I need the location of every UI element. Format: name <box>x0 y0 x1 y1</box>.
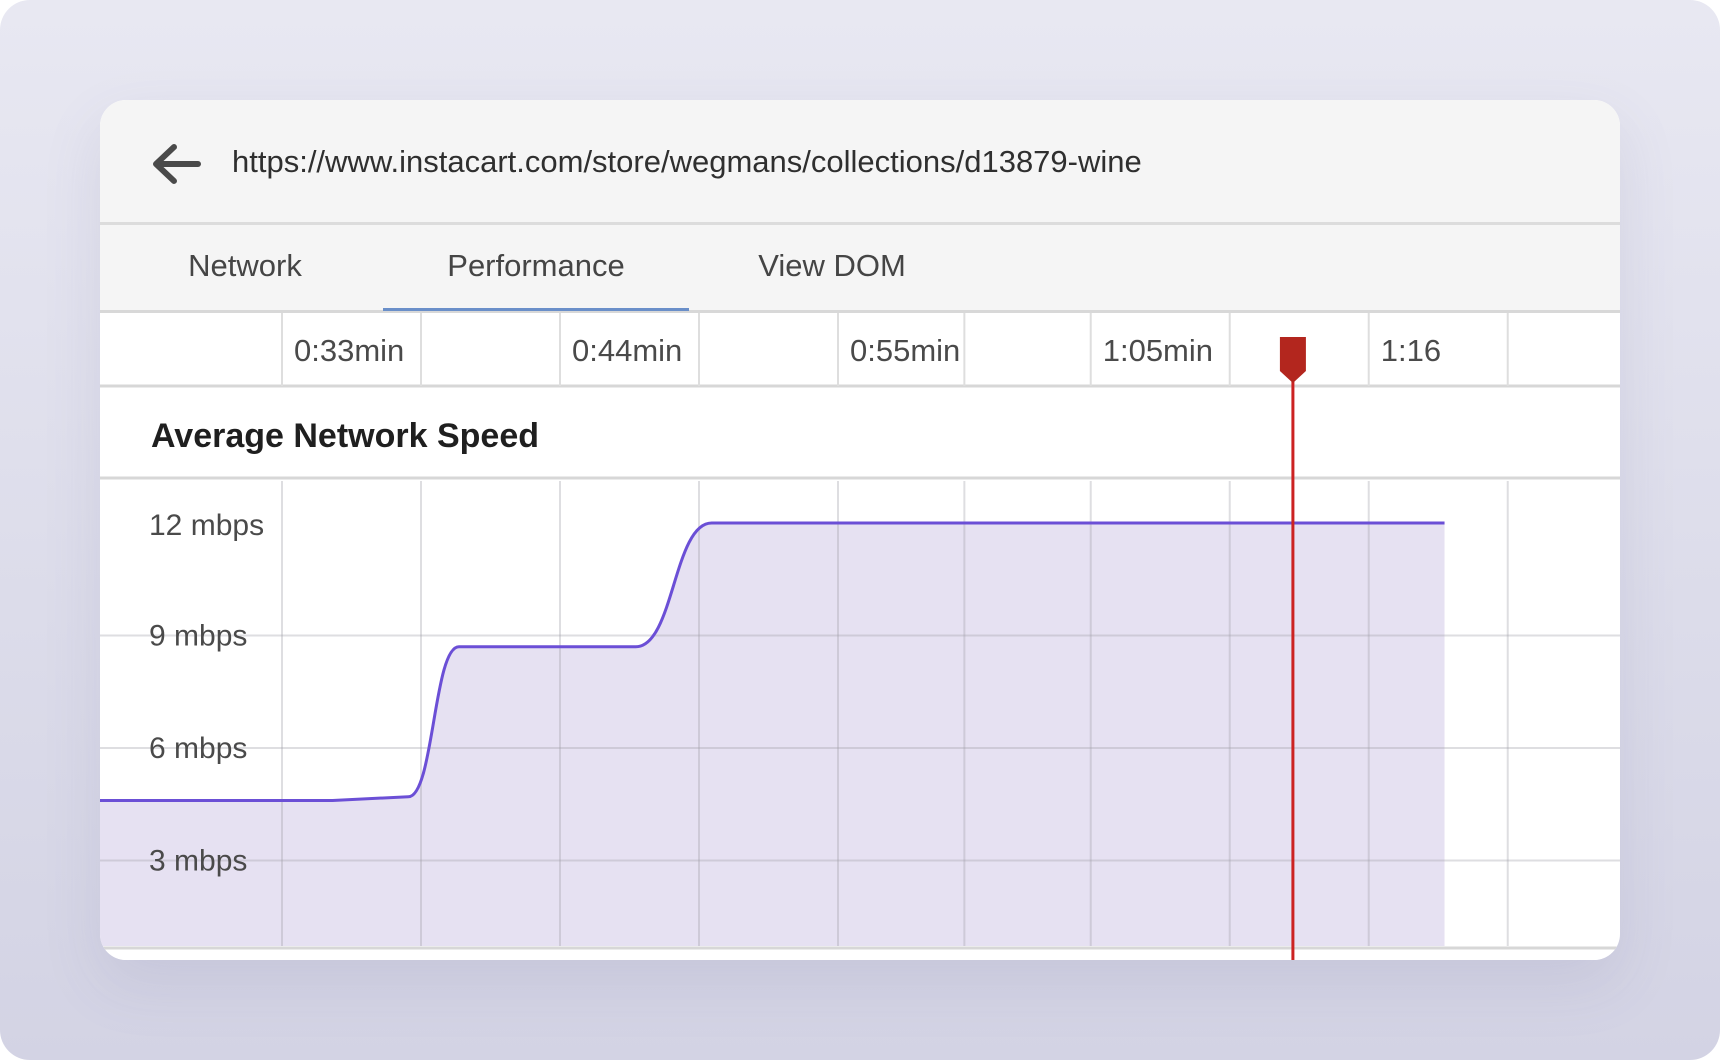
series-area <box>100 523 1445 946</box>
tab-view-dom[interactable]: View DOM <box>722 225 942 310</box>
y-axis-label: 12 mbps <box>149 509 264 542</box>
back-arrow-icon[interactable] <box>148 140 204 188</box>
timeline-tick-label: 1:16 <box>1381 333 1441 368</box>
url-text[interactable]: https://www.instacart.com/store/wegmans/… <box>232 144 1142 180</box>
y-axis-label: 9 mbps <box>149 620 247 653</box>
timeline-tick-label: 1:05min <box>1103 333 1213 368</box>
chart-footer <box>100 950 1620 960</box>
y-axis-label: 6 mbps <box>149 732 247 765</box>
performance-chart: 0:33min 0:44min 0:55min 1:05min 1:16 Average… <box>100 313 1620 960</box>
devtools-card: https://www.instacart.com/store/wegmans/… <box>100 100 1620 960</box>
y-axis-label: 3 mbps <box>149 845 247 878</box>
tab-network[interactable]: Network <box>160 225 330 310</box>
page-background: https://www.instacart.com/store/wegmans/… <box>0 0 1720 1060</box>
timeline-tick-label: 0:55min <box>850 333 960 368</box>
timeline-tick-label: 0:33min <box>294 333 404 368</box>
devtools-tabs: Network Performance View DOM <box>100 225 1620 313</box>
timeline-tick-label: 0:44min <box>572 333 682 368</box>
tab-performance[interactable]: Performance <box>383 225 689 311</box>
chart-title: Average Network Speed <box>151 417 539 455</box>
url-bar: https://www.instacart.com/store/wegmans/… <box>100 100 1620 225</box>
